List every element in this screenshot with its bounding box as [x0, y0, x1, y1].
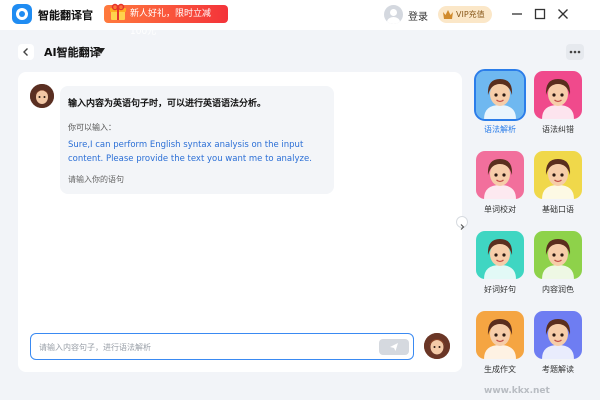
chevron-right-icon — [460, 224, 465, 230]
gift-icon — [110, 3, 126, 20]
vip-crown-icon — [443, 10, 453, 19]
restore-icon[interactable] — [533, 7, 547, 21]
message-subtitle: 你可以输入： — [68, 123, 116, 132]
feature-tile-label[interactable]: 语法解析 — [470, 124, 530, 135]
character-avatar-icon — [542, 79, 574, 119]
feature-tile[interactable] — [534, 151, 582, 199]
message-hint: 请输入你的语句 — [68, 175, 124, 184]
send-button[interactable] — [379, 339, 409, 355]
minimize-icon[interactable] — [510, 7, 524, 21]
character-avatar-icon — [484, 239, 516, 279]
user-avatar-icon[interactable] — [384, 5, 403, 24]
chevron-left-icon — [23, 48, 28, 56]
app-title: 智能翻译官 — [38, 9, 93, 22]
feature-tile-label[interactable]: 语法纠错 — [528, 124, 588, 135]
character-avatar-icon — [484, 319, 516, 359]
feature-tile[interactable] — [476, 231, 524, 279]
message-input[interactable] — [39, 340, 369, 354]
character-avatar-icon — [542, 159, 574, 199]
character-avatar-icon — [484, 159, 516, 199]
feature-tile[interactable] — [534, 311, 582, 359]
message-title: 输入内容为英语句子时，可以进行英语语法分析。 — [68, 99, 267, 109]
message-input-box[interactable] — [30, 333, 414, 360]
caret-down-icon[interactable] — [97, 48, 105, 54]
feature-tile-label[interactable]: 基础口语 — [528, 204, 588, 215]
bot-avatar — [30, 84, 54, 108]
page-title[interactable]: AI智能翻译 — [44, 44, 101, 60]
chat-panel: 输入内容为英语句子时，可以进行英语语法分析。 你可以输入： Sure,I can… — [18, 72, 462, 372]
feature-tile[interactable] — [474, 69, 526, 121]
feature-tile[interactable] — [476, 311, 524, 359]
more-button[interactable] — [566, 44, 584, 60]
send-icon — [390, 343, 398, 351]
app-logo-icon — [12, 4, 32, 24]
login-link[interactable]: 登录 — [408, 8, 428, 23]
vip-button[interactable]: VIP充值 — [438, 6, 492, 23]
title-bar: 智能翻译官 新人好礼，限时立减100元 登录 VIP充值 — [0, 0, 600, 37]
feature-tile[interactable] — [534, 231, 582, 279]
feature-tile[interactable] — [534, 71, 582, 119]
promo-text: 新人好礼，限时立减100元 — [130, 9, 212, 37]
promo-banner[interactable]: 新人好礼，限时立减100元 — [104, 3, 228, 37]
close-icon[interactable] — [556, 7, 570, 21]
collapse-panel-button[interactable] — [456, 216, 468, 230]
feature-tile-label[interactable]: 生成作文 — [470, 364, 530, 375]
assistant-avatar — [424, 333, 450, 359]
feature-tile-label[interactable]: 考题解读 — [528, 364, 588, 375]
more-dots-icon — [569, 50, 581, 54]
message-example: Sure,I can perform English syntax analys… — [68, 140, 312, 164]
feature-tile-label[interactable]: 单词校对 — [470, 204, 530, 215]
character-avatar-icon — [542, 239, 574, 279]
back-button[interactable] — [18, 44, 34, 60]
feature-tile[interactable] — [476, 151, 524, 199]
character-avatar-icon — [484, 79, 516, 119]
feature-tile-label[interactable]: 好词好句 — [470, 284, 530, 295]
vip-label: VIP充值 — [456, 10, 485, 19]
feature-tile-label[interactable]: 内容润色 — [528, 284, 588, 295]
character-avatar-icon — [542, 319, 574, 359]
watermark: www.kkx.net — [484, 386, 550, 396]
message-bubble: 输入内容为英语句子时，可以进行英语语法分析。 你可以输入： Sure,I can… — [60, 86, 334, 194]
